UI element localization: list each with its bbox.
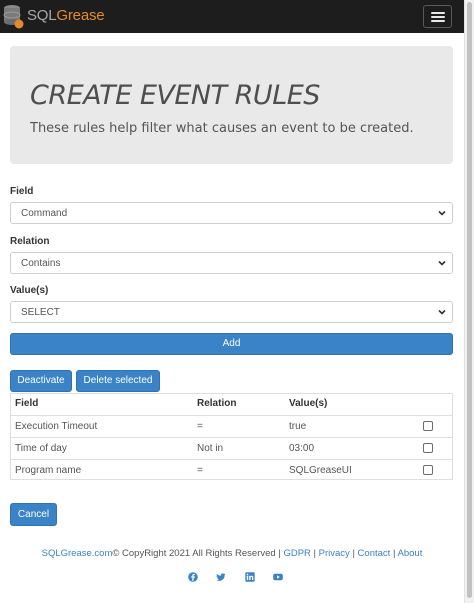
hamburger-icon-line xyxy=(431,16,445,18)
values-select-value: SELECT xyxy=(21,307,60,318)
footer-gdpr-link[interactable]: GDPR xyxy=(283,548,310,559)
menu-toggle-button[interactable] xyxy=(423,5,452,28)
youtube-icon[interactable] xyxy=(273,572,283,582)
rule-field: Execution Timeout xyxy=(15,421,98,432)
column-header-values: Value(s) xyxy=(289,398,328,409)
relation-select-value: Contains xyxy=(21,258,61,269)
chevron-down-icon xyxy=(438,260,446,266)
relation-select[interactable]: Contains xyxy=(10,252,453,274)
hamburger-icon xyxy=(431,12,445,14)
field-label: Field xyxy=(10,186,34,197)
deactivate-button[interactable]: Deactivate xyxy=(10,370,72,392)
footer-separator: | xyxy=(392,548,396,559)
rule-value: SQLGreaseUI xyxy=(289,465,352,476)
footer-contact-link[interactable]: Contact xyxy=(358,548,391,559)
chevron-down-icon xyxy=(438,309,446,315)
row-select-checkbox[interactable] xyxy=(423,465,433,475)
facebook-icon[interactable] xyxy=(188,572,198,582)
values-select[interactable]: SELECT xyxy=(10,301,453,323)
footer-about-link[interactable]: About xyxy=(398,548,423,559)
page-title: CREATE EVENT RULES xyxy=(30,80,320,111)
footer-separator: | xyxy=(352,548,355,559)
field-select[interactable]: Command xyxy=(10,202,453,224)
hamburger-icon-line xyxy=(431,20,445,22)
rule-value: 03:00 xyxy=(289,443,315,454)
delete-selected-button[interactable]: Delete selected xyxy=(76,370,160,392)
add-button[interactable]: Add xyxy=(10,333,453,355)
sqlgrease-logo-icon[interactable] xyxy=(3,3,25,30)
rule-field: Program name xyxy=(15,465,82,476)
twitter-icon[interactable] xyxy=(216,572,226,582)
footer: SQLGrease.com© CopyRight 2021 All Rights… xyxy=(0,548,464,559)
table-row: Execution Timeout = true xyxy=(11,415,452,437)
rules-table: Field Relation Value(s) Execution Timeou… xyxy=(10,393,453,480)
footer-copyright: © CopyRight 2021 All Rights Reserved | xyxy=(112,548,281,559)
footer-separator: | xyxy=(313,548,316,559)
row-select-checkbox[interactable] xyxy=(423,421,433,431)
table-row: Time of day Not in 03:00 xyxy=(11,437,452,459)
brand-sql-text: SQL xyxy=(27,7,57,24)
column-header-field: Field xyxy=(15,398,39,409)
footer-privacy-link[interactable]: Privacy xyxy=(319,548,350,559)
rule-relation: = xyxy=(197,465,203,476)
rule-relation: Not in xyxy=(197,443,224,454)
values-label: Value(s) xyxy=(10,285,49,296)
page-header-panel: CREATE EVENT RULES These rules help filt… xyxy=(10,46,453,164)
table-header-row: Field Relation Value(s) xyxy=(11,394,452,415)
relation-label: Relation xyxy=(10,236,50,247)
column-header-relation: Relation xyxy=(197,398,237,409)
footer-brand-link[interactable]: SQLGrease.com xyxy=(42,548,113,559)
chevron-down-icon xyxy=(438,210,446,216)
field-select-value: Command xyxy=(21,208,68,219)
rule-relation: = xyxy=(197,421,203,432)
page-scrollbar[interactable] xyxy=(464,0,474,603)
navbar: SQLGrease xyxy=(0,0,464,33)
rule-field: Time of day xyxy=(15,443,67,454)
brand-grease-text: Grease xyxy=(56,7,105,24)
row-select-checkbox[interactable] xyxy=(423,443,433,453)
rule-value: true xyxy=(289,421,307,432)
table-row: Program name = SQLGreaseUI xyxy=(11,459,452,481)
brand-name[interactable]: SQLGrease xyxy=(27,7,105,24)
linkedin-icon[interactable] xyxy=(245,572,255,582)
page-subtitle: These rules help filter what causes an e… xyxy=(30,121,414,136)
scrollbar-thumb[interactable] xyxy=(467,2,472,598)
cancel-button[interactable]: Cancel xyxy=(10,503,57,526)
